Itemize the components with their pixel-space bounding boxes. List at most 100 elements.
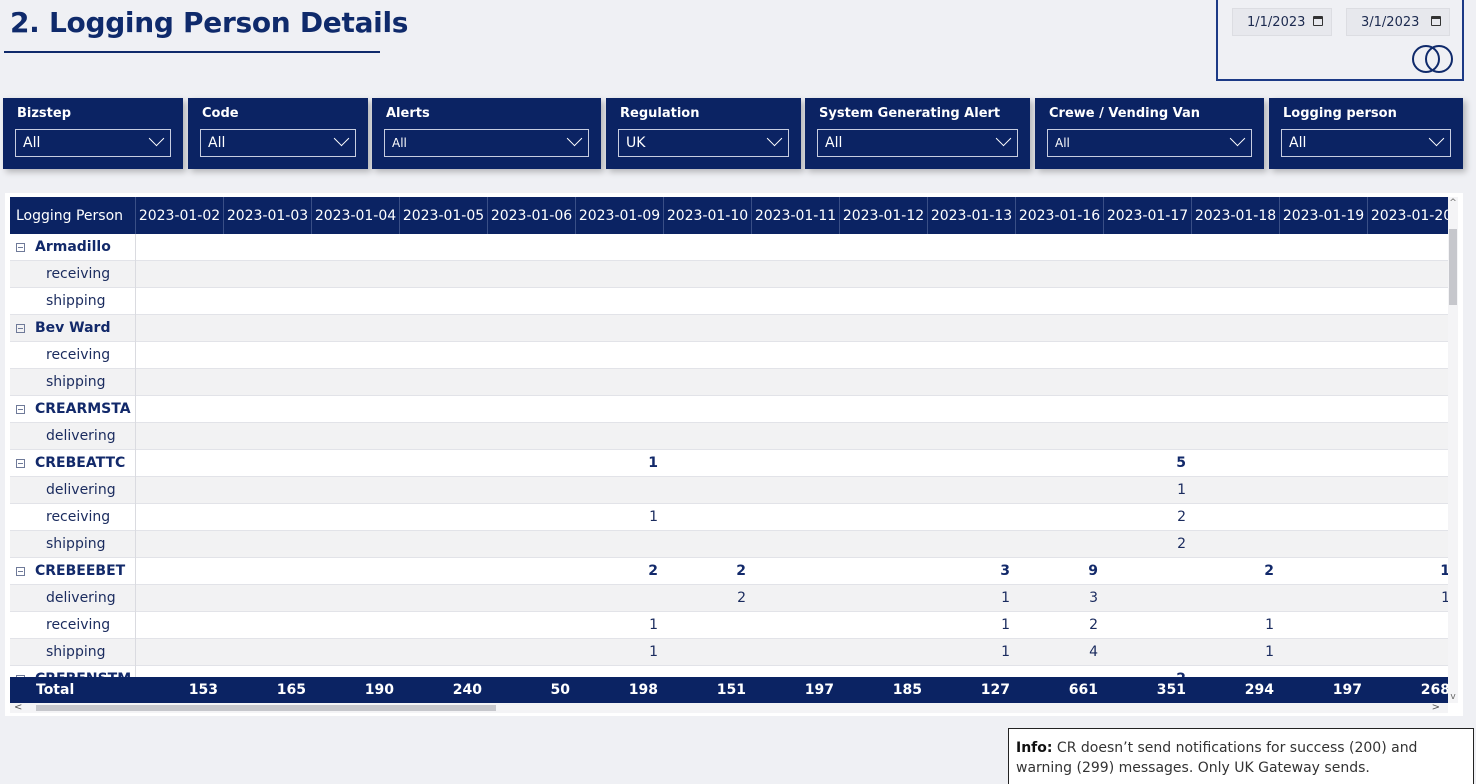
chevron-down-icon xyxy=(1229,130,1246,147)
calendar-icon[interactable] xyxy=(1313,16,1323,26)
info-note: Info: CR doesn’t send notifications for … xyxy=(1008,728,1474,784)
row-label[interactable]: Bev Ward xyxy=(16,315,110,341)
horizontal-scrollbar[interactable]: < > xyxy=(10,703,1448,713)
column-header-date[interactable]: 2023-01-13 xyxy=(928,197,1016,234)
scroll-left-icon[interactable]: < xyxy=(14,703,22,713)
column-header-date[interactable]: 2023-01-03 xyxy=(224,197,312,234)
collapse-minus-icon[interactable] xyxy=(16,242,25,252)
total-cell: 197 xyxy=(1332,682,1362,698)
alerts-dropdown[interactable]: All xyxy=(384,129,589,157)
matrix-cell: 2 xyxy=(1264,563,1274,579)
bizstep-dropdown[interactable]: All xyxy=(15,129,171,157)
horizontal-scroll-thumb[interactable] xyxy=(36,705,496,711)
dropdown-value: All xyxy=(1055,136,1070,150)
dropdown-value: All xyxy=(23,135,41,151)
row-label[interactable]: CREBEATTC xyxy=(16,450,125,476)
column-header-date[interactable]: 2023-01-10 xyxy=(664,197,752,234)
column-header-date[interactable]: 2023-01-19 xyxy=(1280,197,1368,234)
calendar-icon[interactable] xyxy=(1431,16,1441,26)
row-label-text: CREBEEBET xyxy=(35,563,126,579)
vertical-scrollbar[interactable]: ^ v xyxy=(1448,197,1458,703)
matrix-child-row: delivering xyxy=(10,423,1448,450)
scroll-down-icon[interactable]: v xyxy=(1449,693,1457,702)
matrix-cell: 5 xyxy=(1176,455,1186,471)
scroll-right-icon[interactable]: > xyxy=(1432,703,1440,713)
matrix-child-row: shipping xyxy=(10,288,1448,315)
dropdown-value: All xyxy=(1289,135,1307,151)
column-header-date[interactable]: 2023-01-16 xyxy=(1016,197,1104,234)
column-header-date[interactable]: 2023-01-06 xyxy=(488,197,576,234)
column-header-date[interactable]: 2023-01-12 xyxy=(840,197,928,234)
row-label: shipping xyxy=(46,288,105,314)
slicer-crewe-vending-van: Crewe / Vending Van All xyxy=(1035,98,1264,169)
row-label[interactable]: CREBEEBET xyxy=(16,558,125,584)
matrix-child-row: shipping xyxy=(10,369,1448,396)
matrix-cell: 2 xyxy=(737,590,746,606)
system-alert-dropdown[interactable]: All xyxy=(817,129,1018,157)
matrix-grid: Logging Person 2023-01-02 2023-01-03 2023-0… xyxy=(10,197,1448,677)
matrix-cell: 2 xyxy=(648,563,658,579)
end-date-input[interactable]: 3/1/2023 xyxy=(1346,8,1450,36)
row-label-text: shipping xyxy=(46,644,106,660)
row-label[interactable]: CREBENSTM xyxy=(16,666,131,677)
column-header-date[interactable]: 2023-01-09 xyxy=(576,197,664,234)
matrix-child-row: receiving 1 2 xyxy=(10,504,1448,531)
column-header-date[interactable]: 2023-01-17 xyxy=(1104,197,1192,234)
total-cell: 153 xyxy=(188,682,218,698)
column-header-date[interactable]: 2023-01-11 xyxy=(752,197,840,234)
total-cell: 151 xyxy=(716,682,746,698)
start-date-value: 1/1/2023 xyxy=(1247,14,1306,30)
matrix-total-row: Total 153 165 190 240 50 198 151 197 185 127 661 35… xyxy=(10,677,1448,703)
collapse-minus-icon[interactable] xyxy=(16,323,25,333)
logging-person-matrix: Logging Person 2023-01-02 2023-01-03 2023-0… xyxy=(5,193,1463,716)
start-date-input[interactable]: 1/1/2023 xyxy=(1232,8,1332,36)
matrix-cell: 1 xyxy=(648,455,658,471)
row-label-text: receiving xyxy=(46,509,111,525)
row-label: delivering xyxy=(46,585,116,611)
row-label-text: receiving xyxy=(46,347,111,363)
collapse-minus-icon[interactable] xyxy=(16,566,25,576)
matrix-parent-row: CREBEEBET 2 2 3 9 2 1 xyxy=(10,558,1448,585)
total-cell: 268 xyxy=(1420,682,1448,698)
matrix-cell: 1 xyxy=(1001,644,1010,660)
dropdown-value: All xyxy=(825,135,843,151)
slicer-label: Crewe / Vending Van xyxy=(1049,106,1201,121)
row-label-text: shipping xyxy=(46,293,106,309)
collapse-minus-icon[interactable] xyxy=(16,404,25,414)
column-header-date[interactable]: 2023-01-05 xyxy=(400,197,488,234)
column-header-date[interactable]: 2023-01-20 xyxy=(1368,197,1448,234)
slicer-regulation: Regulation UK xyxy=(606,98,801,169)
toggle-icon[interactable] xyxy=(1412,45,1458,75)
column-header-date[interactable]: 2023-01-04 xyxy=(312,197,400,234)
column-header-date[interactable]: 2023-01-18 xyxy=(1192,197,1280,234)
slicer-logging-person: Logging person All xyxy=(1269,98,1463,169)
total-cell: 50 xyxy=(550,682,570,698)
row-label-text: delivering xyxy=(46,590,116,606)
row-label: delivering xyxy=(46,423,116,449)
row-label[interactable]: Armadillo xyxy=(16,234,111,260)
matrix-child-row: shipping 1 1 4 1 xyxy=(10,639,1448,666)
vertical-scroll-thumb[interactable] xyxy=(1449,229,1457,305)
matrix-cell: 1 xyxy=(649,509,658,525)
code-dropdown[interactable]: All xyxy=(200,129,356,157)
row-label: shipping xyxy=(46,531,105,557)
collapse-minus-icon[interactable] xyxy=(16,458,25,468)
total-cell: 127 xyxy=(980,682,1010,698)
matrix-cell: 2 xyxy=(1089,617,1098,633)
row-label: delivering xyxy=(46,477,116,503)
title-underline xyxy=(4,51,380,53)
crewe-vending-dropdown[interactable]: All xyxy=(1047,129,1252,157)
regulation-dropdown[interactable]: UK xyxy=(618,129,789,157)
row-label-text: receiving xyxy=(46,266,111,282)
matrix-cell: 2 xyxy=(736,563,746,579)
matrix-cell: 3 xyxy=(1089,590,1098,606)
slicer-label: Alerts xyxy=(386,106,430,121)
column-header-date[interactable]: 2023-01-02 xyxy=(136,197,224,234)
chevron-down-icon xyxy=(148,130,165,147)
dropdown-value: All xyxy=(208,135,226,151)
slicer-label: Logging person xyxy=(1283,106,1397,121)
row-label[interactable]: CREARMSTA xyxy=(16,396,131,422)
column-header-logging-person[interactable]: Logging Person xyxy=(10,197,136,234)
scroll-up-icon[interactable]: ^ xyxy=(1449,199,1457,208)
logging-person-dropdown[interactable]: All xyxy=(1281,129,1451,157)
